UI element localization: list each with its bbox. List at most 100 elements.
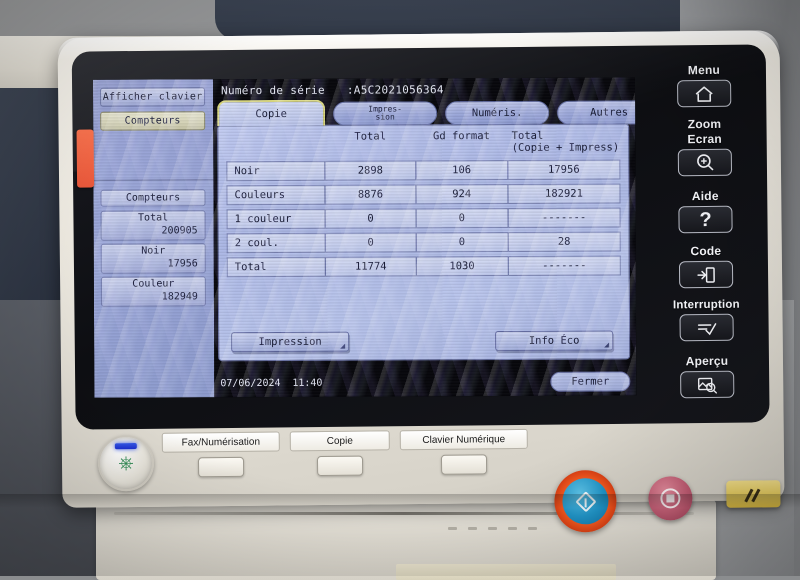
reset-slash-icon (742, 488, 764, 500)
tab-bar: Copie Impres- sion Numéris. Autres (213, 100, 635, 126)
counter-color-value: 182949 (162, 291, 198, 302)
interrupt-check-icon[interactable] (679, 314, 733, 342)
start-button-inner (562, 478, 608, 524)
counters-panel-header: Compteurs (100, 189, 205, 206)
hardkey-zoom-ecran[interactable]: Zoom Ecran (650, 116, 759, 176)
table-row: 2 coul. 0 0 28 (227, 232, 620, 253)
counter-black-label: Noir (102, 245, 205, 256)
lcd-main-region: Numéro de série:A5C2021056364 Copie Impr… (213, 77, 636, 397)
hardkey-zoom-label: Zoom (650, 116, 758, 131)
counters-button[interactable]: Compteurs (100, 111, 205, 130)
header-total-copy-print-line1: Total (512, 130, 544, 142)
header-gd-format: Gd format (415, 129, 508, 161)
fermer-button[interactable]: Fermer (550, 371, 630, 391)
question-mark-icon[interactable]: ? (678, 206, 732, 234)
hardkey-menu[interactable]: Menu (650, 62, 758, 107)
softkey-fax-scan-label: Fax/Numérisation (162, 431, 280, 452)
tab-autres[interactable]: Autres (557, 100, 636, 124)
hardkey-apercu[interactable]: Aperçu (653, 353, 761, 398)
preview-document-icon[interactable] (680, 371, 734, 399)
power-eco-button[interactable]: ⎈ (98, 435, 155, 492)
table-header-row: Total Gd format Total (Copie + Impress) (227, 128, 620, 161)
machine-lower-body (96, 500, 716, 580)
row-2coul-label: 2 coul. (227, 233, 326, 252)
row-total-gd-format: 1030 (416, 257, 509, 276)
tab-impression[interactable]: Impres- sion (333, 101, 437, 125)
hardkey-interruption[interactable]: Interruption (652, 298, 760, 341)
dropdown-corner-icon (604, 343, 609, 348)
row-couleurs-total-copy-print: 182921 (508, 184, 620, 203)
impression-button-label: Impression (258, 336, 321, 348)
header-total: Total (325, 129, 415, 161)
hardkey-code[interactable]: Code (652, 243, 760, 288)
info-eco-button[interactable]: Info Éco (495, 331, 613, 352)
counters-table: Total Gd format Total (Copie + Impress) (226, 128, 621, 277)
reset-button[interactable] (726, 480, 780, 508)
row-noir-total-copy-print: 17956 (508, 160, 620, 179)
lcd-sidebar: Afficher clavier Compteurs Compteurs Tot… (93, 79, 214, 398)
paper-tray-edge (396, 564, 616, 580)
show-keyboard-button[interactable]: Afficher clavier (100, 87, 205, 106)
row-couleurs-label: Couleurs (227, 185, 326, 204)
power-led-indicator (115, 443, 137, 449)
counter-color-cell: Couleur 182949 (101, 276, 206, 306)
softkey-copie-label: Copie (290, 430, 390, 451)
hardkey-aide[interactable]: Aide ? (651, 188, 759, 233)
header-total-copy-print: Total (Copie + Impress) (508, 128, 620, 160)
table-row: Total 11774 1030 ------- (227, 256, 620, 277)
softkey-clavier-numerique-label: Clavier Numérique (400, 429, 528, 450)
serial-number-value: :A5C2021056364 (347, 83, 444, 96)
row-1couleur-total: 0 (326, 209, 416, 228)
table-row: Noir 2898 106 17956 (227, 160, 620, 181)
stop-icon (660, 488, 680, 508)
row-noir-label: Noir (227, 161, 326, 180)
lcd-touchscreen[interactable]: Afficher clavier Compteurs Compteurs Tot… (93, 77, 636, 397)
hardkey-code-label: Code (652, 243, 760, 258)
start-button[interactable] (554, 470, 617, 533)
hardkey-aide-label: Aide (651, 188, 759, 203)
counters-card: Total Gd format Total (Copie + Impress) (217, 123, 630, 361)
row-1couleur-label: 1 couleur (227, 209, 326, 228)
hardware-key-column: Menu Zoom Ecran (650, 62, 762, 413)
softkey-fax-scan-button[interactable] (198, 457, 244, 477)
softkey-copie-button[interactable] (317, 456, 363, 476)
orange-marker-tab (77, 129, 95, 187)
impression-button[interactable]: Impression (231, 332, 349, 353)
magnifier-plus-icon[interactable] (678, 149, 732, 177)
status-date: 07/06/2024 (220, 378, 280, 389)
tab-copie[interactable]: Copie (217, 100, 325, 126)
login-card-icon[interactable] (679, 261, 733, 289)
table-row: 1 couleur 0 0 ------- (227, 208, 620, 229)
header-blank (227, 130, 326, 162)
lcd-status-bar: 07/06/2024 11:40 Fermer (214, 369, 636, 397)
stop-button[interactable] (648, 476, 692, 520)
header-total-copy-print-line2: (Copie + Impress) (512, 141, 620, 153)
counter-total-value: 200905 (161, 225, 197, 236)
row-2coul-gd-format: 0 (416, 233, 509, 252)
control-panel: Afficher clavier Compteurs Compteurs Tot… (58, 30, 785, 508)
row-2coul-total: 0 (326, 233, 416, 252)
softkey-clavier-numerique-button[interactable] (441, 454, 487, 474)
power-eco-icon: ⎈ (100, 454, 152, 474)
hardkey-apercu-label: Aperçu (653, 353, 761, 368)
hardkey-menu-label: Menu (650, 62, 758, 77)
row-noir-total: 2898 (325, 161, 415, 180)
row-couleurs-gd-format: 924 (415, 185, 508, 204)
softkey-clavier-numerique[interactable]: Clavier Numérique (400, 429, 528, 475)
tab-impression-line2: sion (375, 112, 394, 121)
info-eco-button-label: Info Éco (529, 335, 580, 347)
table-row: Couleurs 8876 924 182921 (227, 184, 620, 205)
row-total-total-copy-print: ------- (508, 256, 620, 275)
status-time: 11:40 (292, 378, 322, 389)
softkey-fax-scan[interactable]: Fax/Numérisation (162, 431, 280, 477)
sidebar-divider (93, 179, 213, 181)
home-icon[interactable] (677, 80, 731, 108)
softkey-copie[interactable]: Copie (290, 430, 390, 476)
row-total-total: 11774 (326, 257, 416, 276)
display-bezel: Afficher clavier Compteurs Compteurs Tot… (72, 44, 770, 429)
tab-numeris[interactable]: Numéris. (445, 101, 549, 125)
counter-color-label: Couleur (102, 278, 205, 289)
counter-black-cell: Noir 17956 (101, 243, 206, 273)
indicator-dots (448, 527, 537, 530)
row-2coul-total-copy-print: 28 (508, 232, 620, 251)
